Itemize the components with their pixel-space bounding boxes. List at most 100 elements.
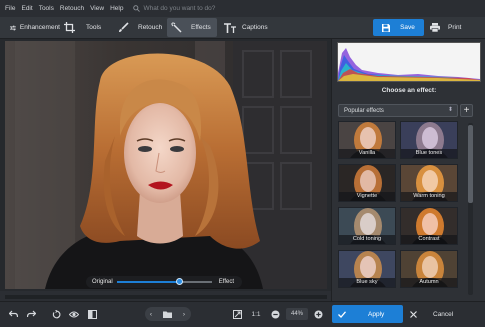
preview-toggle-button[interactable] (67, 307, 81, 321)
open-folder-button[interactable] (160, 307, 174, 321)
toolbar: Enhancement Tools Retouch Effects Captio… (0, 17, 485, 39)
search-box[interactable]: What do you want to do? (133, 5, 215, 12)
sliders-icon (10, 25, 16, 30)
zoom-out-icon (271, 310, 279, 318)
add-effect-button[interactable]: + (460, 104, 473, 117)
slider-effect-label: Effect (218, 279, 234, 285)
compare-view-button[interactable] (85, 307, 99, 321)
tab-label: Tools (86, 24, 102, 31)
menu-file[interactable]: File (5, 5, 15, 12)
cancel-button[interactable]: Cancel (410, 305, 480, 323)
chevron-left-icon: ‹ (149, 310, 153, 318)
effects-panel: Choose an effect: Popular effects ⬍ + Va… (331, 39, 485, 301)
actual-size-button[interactable]: 1:1 (249, 307, 263, 321)
dropdown-value: Popular effects (344, 107, 384, 114)
menu-view[interactable]: View (90, 5, 104, 12)
printer-icon (430, 23, 440, 32)
brush-icon (119, 22, 129, 32)
effect-label: Cold toning (339, 235, 395, 244)
effect-category-dropdown[interactable]: Popular effects ⬍ (338, 104, 458, 117)
effect-tile-vanilla[interactable]: Vanilla (338, 121, 396, 159)
effect-tile-autumn[interactable]: Autumn (400, 250, 458, 288)
rotate-icon (52, 309, 60, 318)
image-canvas[interactable]: Original Effect (0, 39, 331, 291)
tab-label: Retouch (138, 24, 163, 31)
undo-button[interactable] (6, 307, 20, 321)
magic-wand-icon (171, 22, 182, 33)
eye-icon (69, 311, 79, 317)
effect-label: Blue sky (339, 278, 395, 287)
compare-slider[interactable]: Original Effect (86, 276, 242, 288)
effect-tile-contrast[interactable]: Contrast (400, 207, 458, 245)
portrait-photo (5, 41, 327, 289)
effect-label: Contrast (401, 235, 457, 244)
effect-label: Autumn (401, 278, 457, 287)
menu-edit[interactable]: Edit (21, 5, 32, 12)
folder-icon (162, 311, 172, 318)
effect-tile-blue-sky[interactable]: Blue sky (338, 250, 396, 288)
crop-icon (64, 22, 75, 33)
effect-label: Vanilla (339, 149, 395, 158)
effects-grid: Vanilla Blue tones Vignette Warm toning … (338, 121, 462, 297)
slider-handle[interactable] (175, 278, 183, 285)
apply-label: Apply (368, 310, 385, 318)
slider-track[interactable] (117, 278, 212, 285)
app-window: File Edit Tools Retouch View Help What d… (0, 0, 485, 327)
effect-tile-cold-toning[interactable]: Cold toning (338, 207, 396, 245)
zoom-ratio-label: 1:1 (251, 310, 261, 318)
previous-image-button[interactable]: ‹ (145, 307, 157, 321)
apply-button[interactable]: Apply (332, 305, 403, 323)
zoom-out-button[interactable] (269, 307, 281, 321)
zoom-in-button[interactable] (312, 307, 324, 321)
menu-tools[interactable]: Tools (39, 5, 54, 12)
checkmark-icon (338, 310, 346, 318)
effect-tile-vignette[interactable]: Vignette (338, 164, 396, 202)
print-button[interactable]: Print (430, 19, 461, 36)
menu-bar: File Edit Tools Retouch View Help What d… (0, 0, 485, 17)
zoom-value: 44% (290, 311, 303, 317)
fit-to-window-button[interactable] (230, 307, 244, 321)
dropdown-arrows-icon: ⬍ (447, 107, 453, 113)
split-view-icon (87, 309, 97, 319)
tab-effects[interactable]: Effects (167, 18, 217, 37)
reset-button[interactable] (49, 307, 63, 321)
histogram (337, 42, 481, 82)
slider-original-label: Original (92, 279, 113, 285)
cancel-label: Cancel (433, 310, 454, 318)
horizontal-scrollbar[interactable] (5, 295, 327, 299)
redo-button[interactable] (24, 307, 38, 321)
search-placeholder: What do you want to do? (143, 5, 216, 12)
save-label: Save (400, 24, 415, 31)
tab-label: Enhancement (19, 24, 60, 31)
effect-label: Warm toning (401, 192, 457, 201)
chevron-right-icon: › (182, 310, 186, 318)
undo-icon (8, 310, 18, 318)
save-icon (382, 23, 391, 32)
print-label: Print (448, 24, 462, 31)
effect-tile-warm-toning[interactable]: Warm toning (400, 164, 458, 202)
tab-label: Effects (191, 24, 211, 31)
bottom-bar: ‹ › 1:1 44% Apply Cancel (0, 301, 485, 327)
search-icon (133, 5, 141, 12)
effect-label: Vignette (339, 192, 395, 201)
zoom-level-field[interactable]: 44% (286, 308, 308, 320)
plus-icon: + (463, 105, 470, 116)
menu-retouch[interactable]: Retouch (60, 5, 84, 12)
choose-effect-title: Choose an effect: (381, 87, 437, 94)
save-button[interactable]: Save (373, 19, 424, 36)
zoom-in-icon (314, 310, 322, 318)
text-icon (224, 22, 236, 33)
tab-captions[interactable]: Captions (220, 18, 272, 37)
scrollbar-thumb[interactable] (468, 125, 473, 203)
tab-label: Captions (242, 24, 268, 31)
menu-help[interactable]: Help (110, 5, 123, 12)
tab-retouch[interactable]: Retouch (114, 18, 166, 37)
slider-fill (117, 281, 180, 283)
effect-tile-blue-tones[interactable]: Blue tones (400, 121, 458, 159)
tab-enhancement[interactable]: Enhancement (6, 18, 60, 37)
effects-scrollbar[interactable] (468, 123, 473, 295)
redo-icon (26, 310, 36, 318)
close-icon (410, 310, 417, 318)
next-image-button[interactable]: › (178, 307, 190, 321)
tab-tools[interactable]: Tools (60, 18, 108, 37)
